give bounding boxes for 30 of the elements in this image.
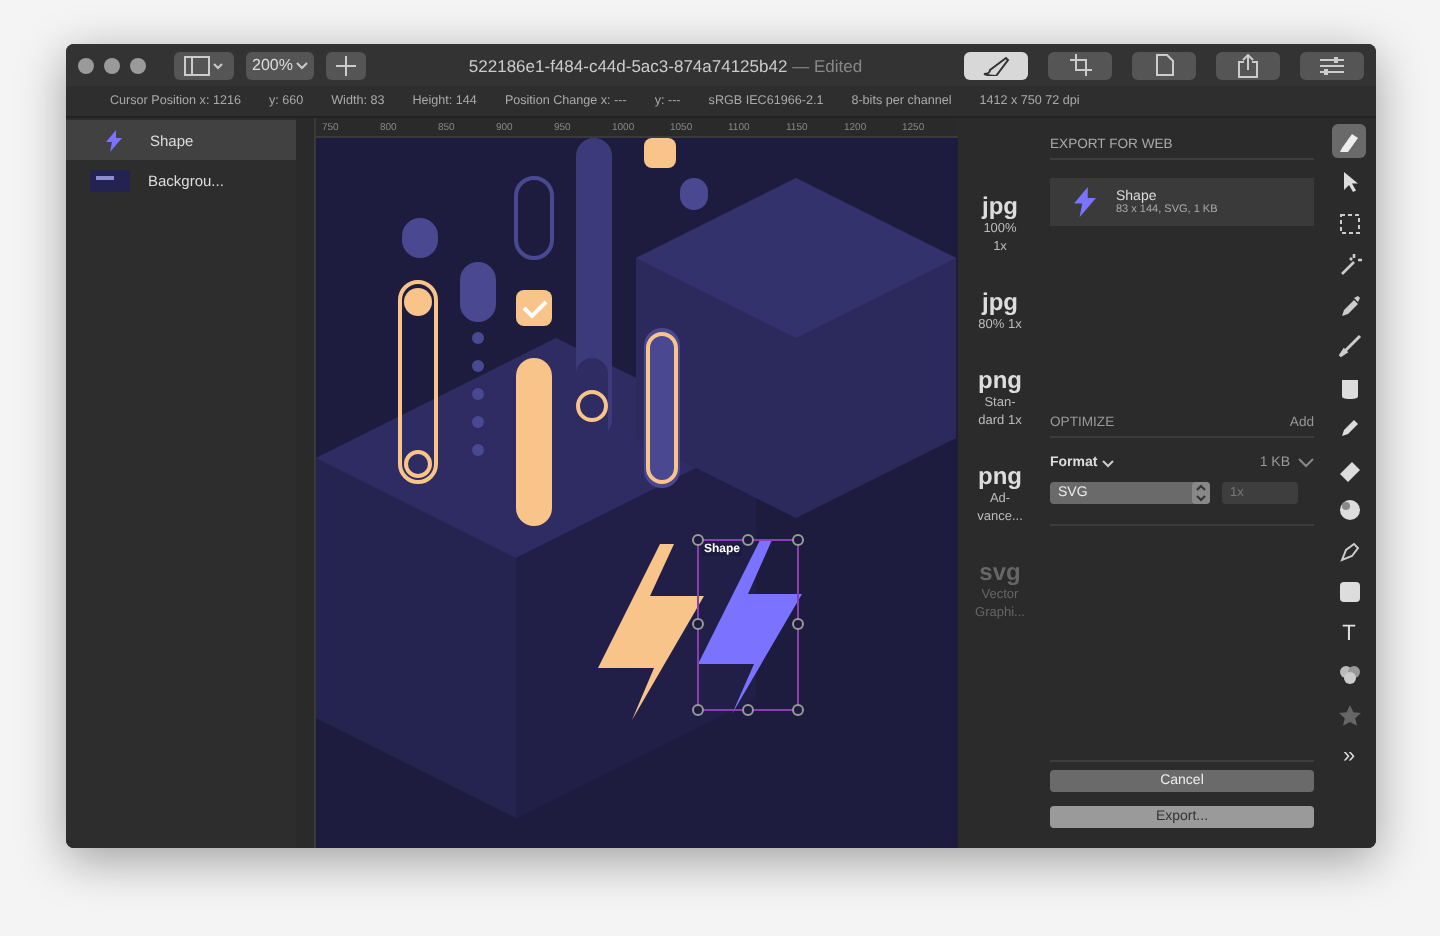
tool-button[interactable]: » <box>1332 739 1366 773</box>
add-button[interactable] <box>326 51 367 79</box>
view-menu-button[interactable] <box>174 51 234 79</box>
document-button[interactable] <box>1132 51 1196 79</box>
crop-icon <box>1069 54 1091 76</box>
brush-button[interactable] <box>964 51 1028 79</box>
sliders-button[interactable] <box>1300 51 1364 79</box>
sidebar-toggle-icon <box>184 55 224 75</box>
chevron-icon <box>296 61 309 69</box>
selection-box[interactable] <box>692 534 804 716</box>
share-button[interactable] <box>1216 51 1280 79</box>
tool-button[interactable]: T <box>1332 616 1366 650</box>
lightning-icon <box>1074 186 1096 218</box>
share-icon <box>1238 53 1258 77</box>
minimize-button[interactable] <box>104 57 120 73</box>
document-icon <box>1155 54 1173 76</box>
lightning-icon <box>106 129 122 151</box>
sliders-icon <box>1320 55 1344 75</box>
zoom-dropdown[interactable]: 200% <box>246 51 315 79</box>
crop-button[interactable] <box>1048 51 1112 79</box>
zoom-button[interactable] <box>130 57 146 73</box>
close-button[interactable] <box>78 57 94 73</box>
brush-icon <box>982 55 1010 75</box>
window-title: 522186e1-f484-c44d-5ac3-874a74125b42 <box>468 55 788 75</box>
edited-status: — Edited <box>792 55 863 75</box>
stepper-icon <box>1192 482 1210 504</box>
plus-icon <box>336 55 357 75</box>
chevron-icon <box>1298 458 1314 468</box>
image-thumbnail-icon <box>90 169 130 191</box>
chevron-icon <box>1101 459 1114 467</box>
